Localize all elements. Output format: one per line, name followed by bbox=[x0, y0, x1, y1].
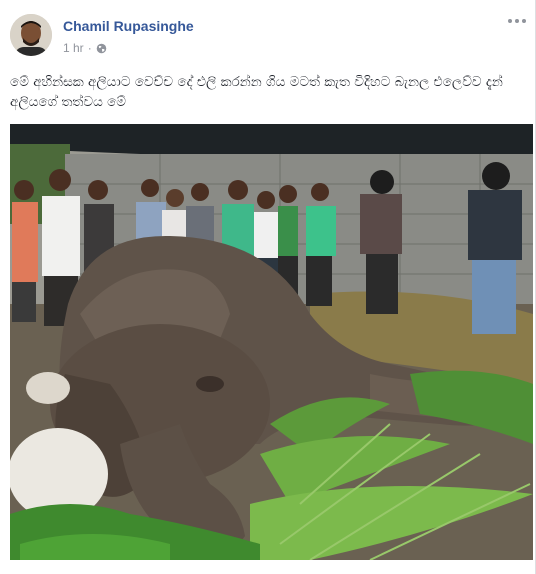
post-card: Chamil Rupasinghe 1 hr · මේ අහින්සක අලිය… bbox=[0, 0, 536, 574]
post-text: මේ අහින්සක අලියාට වෙච්ච දේ එලි කරන්න ගිය… bbox=[10, 74, 503, 110]
post-meta: 1 hr · bbox=[63, 41, 107, 55]
avatar-image bbox=[10, 14, 52, 56]
post-photo[interactable] bbox=[10, 124, 533, 560]
meta-separator: · bbox=[87, 41, 92, 55]
post-time[interactable]: 1 hr bbox=[63, 41, 84, 55]
author-avatar[interactable] bbox=[10, 14, 52, 56]
more-options-icon[interactable] bbox=[508, 16, 526, 26]
globe-icon[interactable] bbox=[96, 43, 107, 54]
bottom-strip bbox=[0, 560, 120, 574]
post-header: Chamil Rupasinghe 1 hr · bbox=[10, 12, 526, 62]
author-name[interactable]: Chamil Rupasinghe bbox=[63, 18, 194, 34]
elephant-photo bbox=[10, 124, 533, 560]
